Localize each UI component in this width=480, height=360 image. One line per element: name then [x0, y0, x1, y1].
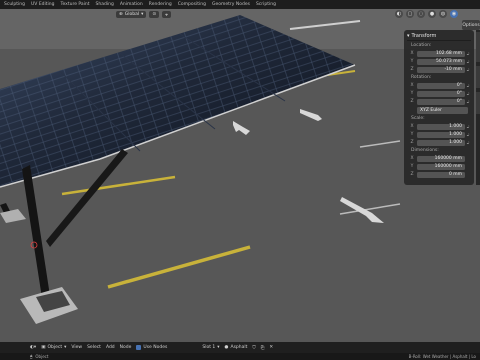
lock-icon[interactable]: 🔓︎ [465, 124, 471, 129]
rendered-shading-icon[interactable]: ◉ [450, 10, 458, 18]
editor-type-icon[interactable]: ◐▾ [30, 345, 36, 350]
sidebar-tab-view[interactable] [476, 92, 480, 114]
rotation-x-field[interactable]: X 0° 🔓︎ [407, 82, 471, 89]
location-label: Location: [411, 43, 432, 48]
tab-uv-editing[interactable]: UV Editing [31, 2, 54, 7]
rotation-y-field[interactable]: Y 0° 🔓︎ [407, 90, 471, 97]
lock-icon[interactable]: 🔓︎ [465, 140, 471, 145]
lock-icon[interactable]: 🔓︎ [465, 83, 471, 88]
slot-dropdown[interactable]: Slot 1 ▾ [202, 345, 219, 350]
shader-editor-header: ◐▾ ▣ Object ▾ View Select Add Node Use Nod… [0, 342, 480, 353]
scale-x-field[interactable]: X 1.000 🔓︎ [407, 123, 471, 130]
status-bar: 🖱︎ Object B-Roll: Wet Weather | Asphalt … [0, 353, 480, 360]
scale-y-field[interactable]: Y 1.000 🔓︎ [407, 131, 471, 138]
lock-icon[interactable]: 🔓︎ [465, 91, 471, 96]
status-mouse-icon: 🖱︎ [30, 354, 33, 359]
menu-view[interactable]: View [71, 345, 82, 350]
global-icon: ⊕ [119, 12, 123, 17]
tab-geometry-nodes[interactable]: Geometry Nodes [212, 2, 250, 7]
scale-z-field[interactable]: Z 1.000 🔓︎ [407, 139, 471, 146]
pivot-icon: ⊙ [152, 12, 157, 17]
unlink-icon[interactable]: ✕ [269, 345, 273, 350]
tab-shading[interactable]: Shading [96, 2, 114, 7]
sidebar-tab-tool[interactable] [476, 66, 480, 88]
panel-title: Transform [411, 33, 437, 39]
options-button[interactable]: Options [462, 20, 480, 30]
menu-select[interactable]: Select [87, 345, 101, 350]
material-selector[interactable]: ● Asphalt [225, 345, 248, 350]
tab-sculpting[interactable]: Sculpting [4, 2, 25, 7]
tab-texture-paint[interactable]: Texture Paint [61, 2, 90, 7]
snap-icon: ⌖ [165, 12, 168, 18]
dimensions-x-field[interactable]: X 160000 mm [407, 155, 471, 162]
material-sphere-icon: ● [224, 345, 229, 350]
object-icon: ▣ [41, 345, 46, 350]
checkbox-checked-icon [136, 345, 142, 350]
location-y-field[interactable]: Y 50.073 mm 🔓︎ [407, 58, 471, 65]
location-x-field[interactable]: X 102.68 mm 🔓︎ [407, 50, 471, 57]
tab-compositing[interactable]: Compositing [178, 2, 206, 7]
lock-icon[interactable]: 🔓︎ [465, 67, 471, 72]
object-mode-dropdown[interactable]: ▣ Object ▾ [41, 345, 66, 350]
dimensions-y-field[interactable]: Y 160000 mm [407, 163, 471, 170]
lock-icon[interactable]: 🔓︎ [465, 51, 471, 56]
rotation-label: Rotation: [411, 75, 432, 80]
tab-animation[interactable]: Animation [120, 2, 143, 7]
status-right: B-Roll: Wet Weather | Asphalt | Lo [408, 354, 476, 359]
wireframe-shading-icon[interactable]: ◌ [417, 10, 425, 18]
use-nodes-checkbox[interactable]: Use Nodes [136, 345, 167, 350]
material-fake-user-icon[interactable]: ⛉ [252, 345, 255, 351]
dimensions-z-field[interactable]: Z0 mm [407, 171, 471, 178]
solid-shading-icon[interactable]: ● [428, 10, 436, 18]
transform-orientation-label: Global [124, 12, 140, 17]
menu-add[interactable]: Add [106, 345, 115, 350]
lock-icon[interactable]: 🔓︎ [465, 132, 471, 137]
pivot-button[interactable]: ⊙ [149, 11, 160, 18]
lock-icon[interactable]: 🔓︎ [465, 99, 471, 104]
chevron-down-icon: ▾ [141, 12, 144, 17]
snap-button[interactable]: ⌖ [162, 11, 171, 18]
rotation-z-field[interactable]: Z 0° 🔓︎ [407, 98, 471, 105]
new-material-icon[interactable]: ⎘ [261, 345, 265, 351]
rotation-mode-dropdown[interactable]: XYZ Euler [417, 107, 468, 114]
tab-rendering[interactable]: Rendering [149, 2, 172, 7]
dimensions-label: Dimensions: [411, 148, 439, 153]
transform-panel: ▾ Transform Location: X 102.68 mm 🔓︎ Y 50.0… [404, 30, 474, 185]
material-shading-icon[interactable]: ◍ [439, 10, 447, 18]
tab-scripting[interactable]: Scripting [256, 2, 276, 7]
overlay-icon[interactable]: ◐ [395, 10, 403, 18]
transform-orientation-dropdown[interactable]: ⊕ Global ▾ [116, 11, 147, 18]
xray-icon[interactable]: ▢ [406, 10, 414, 18]
chevron-down-icon: ▾ [64, 345, 67, 350]
chevron-down-icon[interactable]: ▾ [407, 33, 410, 39]
sidebar-tab-item[interactable] [476, 32, 480, 62]
viewport-header: ⊕ Global ▾ ⊙ ⌖ ◐ ▢ ◌ ● ◍ ◉ [0, 9, 480, 20]
workspace-tabs: Sculpting UV Editing Texture Paint Shadi… [0, 0, 480, 9]
menu-node[interactable]: Node [120, 345, 132, 350]
scale-label: Scale: [411, 116, 425, 121]
chevron-down-icon: ▾ [217, 345, 220, 350]
location-z-field[interactable]: Z -10 mm 🔓︎ [407, 66, 471, 73]
status-left: Object [35, 354, 49, 359]
lock-icon[interactable]: 🔓︎ [465, 59, 471, 64]
